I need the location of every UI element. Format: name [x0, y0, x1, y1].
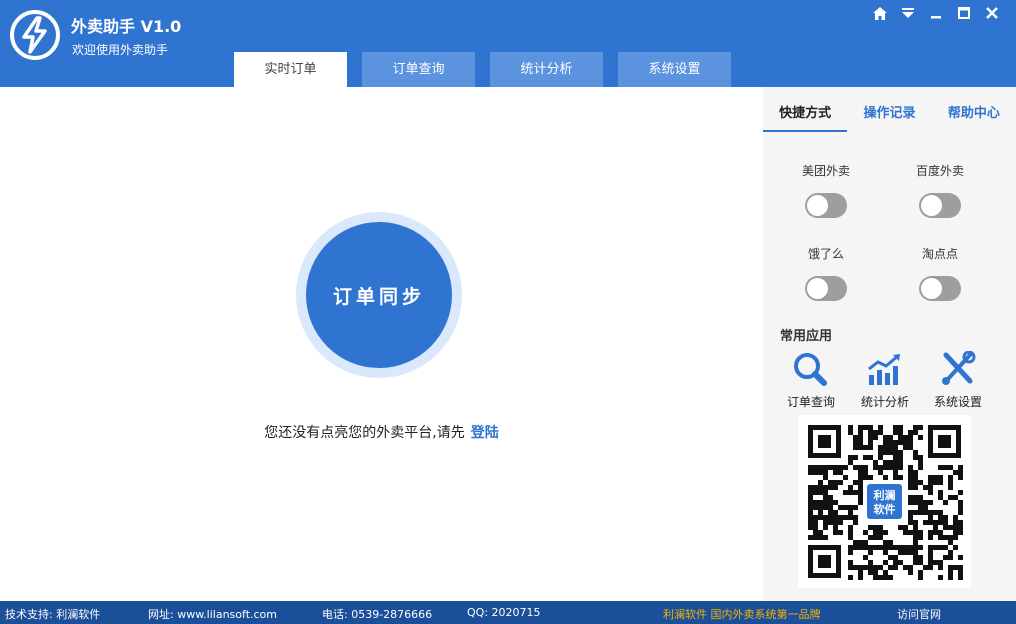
toggle-knob	[807, 195, 828, 216]
menu-dropdown-button[interactable]	[894, 5, 922, 21]
meituan-toggle[interactable]	[805, 193, 847, 218]
baidu-toggle[interactable]	[919, 193, 961, 218]
platform-meituan: 美团外卖	[776, 162, 876, 218]
app-subtitle: 欢迎使用外卖助手	[72, 43, 169, 57]
phone-text: 电话: 0539-2876666	[322, 608, 433, 621]
window-controls	[866, 5, 1006, 21]
minimize-button[interactable]	[922, 5, 950, 21]
app-label: 统计分析	[860, 395, 909, 409]
platform-baidu: 百度外卖	[890, 162, 990, 218]
toggle-knob	[921, 195, 942, 216]
side-tab-shortcuts[interactable]: 快捷方式	[763, 102, 848, 132]
platform-eleme: 饿了么	[776, 245, 876, 301]
toggle-knob	[921, 278, 942, 299]
home-button[interactable]	[866, 5, 894, 21]
login-link[interactable]: 登陆	[471, 425, 499, 441]
search-icon	[794, 353, 827, 386]
close-button[interactable]	[978, 5, 1006, 21]
title-bar: 外卖助手 V1.0 欢迎使用外卖助手 实时订单 订单查询 统计分析 系统设置	[0, 0, 1016, 87]
tab-realtime-orders[interactable]: 实时订单	[234, 52, 347, 87]
maximize-icon	[958, 7, 970, 19]
maximize-button[interactable]	[950, 5, 978, 21]
app-system-settings[interactable]: 系统设置	[923, 350, 993, 410]
platform-label: 美团外卖	[801, 164, 850, 178]
platform-label: 百度外卖	[915, 164, 964, 178]
home-icon	[873, 6, 887, 20]
qr-code-icon[interactable]: 利澜 软件	[798, 415, 971, 588]
qr-logo-text: 利澜	[874, 488, 896, 502]
taodiandian-toggle[interactable]	[919, 276, 961, 301]
tech-support-text: 技术支持: 利澜软件	[5, 608, 101, 621]
app-title: 外卖助手 V1.0	[71, 17, 182, 36]
app-logo-icon	[10, 10, 60, 60]
toggle-knob	[807, 278, 828, 299]
platform-label: 淘点点	[921, 247, 958, 261]
chart-icon	[868, 354, 900, 385]
side-tab-operation-log[interactable]: 操作记录	[847, 102, 931, 132]
platform-notice: 您还没有点亮您的外卖平台,请先 登陆	[0, 422, 763, 442]
tab-order-query[interactable]: 订单查询	[362, 52, 475, 87]
tools-icon	[942, 350, 976, 385]
main-tabs: 实时订单 订单查询 统计分析 系统设置	[234, 52, 746, 87]
platform-label: 饿了么	[807, 247, 844, 261]
app-label: 系统设置	[933, 395, 982, 409]
website-text: 网址: www.lilansoft.com	[148, 608, 278, 621]
eleme-toggle[interactable]	[805, 276, 847, 301]
common-apps-title: 常用应用	[780, 329, 833, 344]
slogan-text: 利澜软件 国内外卖系统第一品牌	[663, 608, 821, 621]
qr-logo-text: 软件	[874, 502, 896, 516]
visit-website-link[interactable]: 访问官网	[897, 606, 941, 622]
dropdown-icon	[902, 8, 914, 18]
close-icon	[986, 7, 998, 19]
tab-statistics[interactable]: 统计分析	[490, 52, 603, 87]
qq-text: QQ: 2020715	[467, 606, 541, 619]
notice-text: 您还没有点亮您的外卖平台,请先	[264, 425, 465, 441]
app-label: 订单查询	[786, 395, 835, 409]
tab-system-settings[interactable]: 系统设置	[618, 52, 731, 87]
status-bar: 技术支持: 利澜软件 网址: www.lilansoft.com 电话: 053…	[0, 601, 1016, 624]
order-sync-button[interactable]: 订单同步	[306, 222, 452, 368]
side-tabs: 快捷方式 操作记录 帮助中心	[763, 87, 1016, 132]
app-order-query[interactable]: 订单查询	[776, 351, 846, 410]
main-content: 订单同步 您还没有点亮您的外卖平台,请先 登陆	[0, 87, 763, 601]
minimize-icon	[931, 16, 941, 19]
app-statistics[interactable]: 统计分析	[850, 351, 920, 410]
sync-button-ring: 订单同步	[296, 212, 462, 378]
side-panel: 快捷方式 操作记录 帮助中心 美团外卖 百度外卖 饿了么 淘点点 常用应用 订单…	[763, 87, 1016, 601]
platform-taodiandian: 淘点点	[890, 245, 990, 301]
side-tab-help-center[interactable]: 帮助中心	[932, 102, 1016, 132]
